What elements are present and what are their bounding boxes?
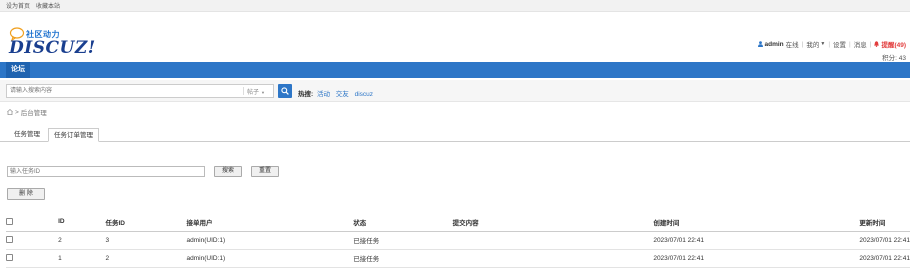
breadcrumb-separator: > bbox=[15, 108, 19, 116]
bookmark-site-link[interactable]: 收藏本站 bbox=[36, 1, 60, 10]
table-row: 1 2 admin(UID:1) 已接任务 2023/07/01 22:41 2… bbox=[6, 249, 910, 268]
search-box: 帖子▼ bbox=[6, 84, 274, 98]
cell-content bbox=[452, 249, 654, 268]
col-header-content: 提交内容 bbox=[452, 213, 654, 232]
cell-id: 2 bbox=[58, 231, 106, 250]
select-all-cell bbox=[6, 213, 59, 232]
separator: | bbox=[801, 40, 804, 48]
user-navigation: admin 在线 | 我的 ▼ | 设置 | 消息 | 提醒(49) bbox=[757, 39, 906, 49]
cell-updated: 2023/07/01 22:41 bbox=[859, 249, 910, 268]
search-button[interactable] bbox=[278, 84, 292, 98]
row-checkbox[interactable] bbox=[6, 236, 13, 244]
select-all-checkbox[interactable] bbox=[6, 218, 13, 226]
remind-link[interactable]: 提醒(49) bbox=[881, 39, 906, 49]
site-header: 社区动力 DISCUZ! admin 在线 | 我的 ▼ | 设置 | 消息 |… bbox=[0, 12, 910, 62]
cell-created: 2023/07/01 22:41 bbox=[653, 231, 860, 250]
row-checkbox[interactable] bbox=[6, 254, 13, 262]
cell-status: 已接任务 bbox=[353, 249, 453, 268]
cell-created: 2023/07/01 22:41 bbox=[653, 249, 860, 268]
search-type-select[interactable]: 帖子 ▼ bbox=[247, 87, 265, 96]
online-status: 在线 bbox=[785, 42, 799, 49]
col-header-user: 接单用户 bbox=[186, 213, 354, 232]
table-row: 2 3 admin(UID:1) 已接任务 2023/07/01 22:41 2… bbox=[6, 231, 910, 250]
my-menu-link[interactable]: 我的 bbox=[806, 39, 819, 49]
breadcrumb: > 后台管理 bbox=[7, 107, 47, 117]
tab-task-management[interactable]: 任务管理 bbox=[9, 128, 45, 142]
col-header-created: 创建时间 bbox=[653, 213, 860, 232]
breadcrumb-current[interactable]: 后台管理 bbox=[21, 107, 47, 117]
tab-bar: 任务管理 任务订单管理 bbox=[0, 126, 910, 142]
separator: | bbox=[849, 40, 851, 48]
row-select-cell bbox=[6, 249, 59, 268]
cell-id: 1 bbox=[58, 249, 106, 268]
reset-button[interactable]: 重置 bbox=[251, 166, 279, 177]
row-select-cell bbox=[6, 231, 59, 250]
main-navbar: 论坛 bbox=[0, 62, 910, 78]
cell-content bbox=[452, 231, 654, 250]
search-divider bbox=[243, 87, 244, 95]
search-submit-button[interactable]: 搜索 bbox=[214, 166, 242, 177]
hot-searches: 热搜: 活动 交友 discuz bbox=[298, 88, 377, 98]
chevron-down-icon: ▼ bbox=[261, 90, 265, 95]
set-homepage-link[interactable]: 设为首页 bbox=[6, 1, 30, 10]
caret-down-icon: ▼ bbox=[820, 41, 826, 47]
cell-task-id: 2 bbox=[105, 249, 187, 268]
delete-button[interactable]: 删 除 bbox=[7, 188, 45, 200]
table-header-row: ID 任务ID 接单用户 状态 提交内容 创建时间 更新时间 bbox=[6, 213, 910, 232]
cell-user: admin(UID:1) bbox=[186, 231, 354, 250]
logo-brand-text: DISCUZ! bbox=[9, 38, 96, 58]
site-logo[interactable]: 社区动力 DISCUZ! bbox=[9, 27, 95, 59]
hot-term-discuz[interactable]: discuz bbox=[355, 91, 373, 98]
bell-icon bbox=[874, 41, 880, 47]
col-header-status: 状态 bbox=[353, 213, 453, 232]
messages-link[interactable]: 消息 bbox=[854, 39, 867, 49]
task-order-table: ID 任务ID 接单用户 状态 提交内容 创建时间 更新时间 2 3 admin… bbox=[6, 213, 910, 268]
separator: | bbox=[828, 40, 831, 48]
col-header-updated: 更新时间 bbox=[859, 213, 910, 232]
search-input[interactable] bbox=[7, 85, 243, 97]
nav-item-forum[interactable]: 论坛 bbox=[6, 62, 30, 78]
cell-task-id: 3 bbox=[105, 231, 187, 250]
col-header-id: ID bbox=[58, 213, 106, 232]
cell-user: admin(UID:1) bbox=[186, 249, 354, 268]
search-icon bbox=[281, 87, 289, 95]
search-bar: 帖子▼ 热搜: 活动 交友 discuz bbox=[0, 80, 910, 102]
task-id-input[interactable] bbox=[7, 166, 205, 177]
tab-task-order-management[interactable]: 任务订单管理 bbox=[48, 128, 99, 142]
cell-updated: 2023/07/01 22:41 bbox=[859, 231, 910, 250]
cell-status: 已接任务 bbox=[353, 231, 453, 250]
top-utility-bar: 设为首页 收藏本站 bbox=[0, 0, 910, 12]
hot-term-activity[interactable]: 活动 bbox=[317, 91, 330, 98]
col-header-task-id: 任务ID bbox=[105, 213, 187, 232]
user-icon bbox=[757, 41, 763, 47]
hot-term-friends[interactable]: 交友 bbox=[336, 91, 349, 98]
separator: | bbox=[869, 40, 872, 48]
home-icon[interactable] bbox=[7, 109, 13, 115]
credits-display[interactable]: 积分: 43 bbox=[882, 52, 906, 62]
settings-link[interactable]: 设置 bbox=[833, 39, 846, 49]
hot-search-label: 热搜: bbox=[298, 91, 314, 98]
username-link[interactable]: admin bbox=[765, 41, 784, 48]
